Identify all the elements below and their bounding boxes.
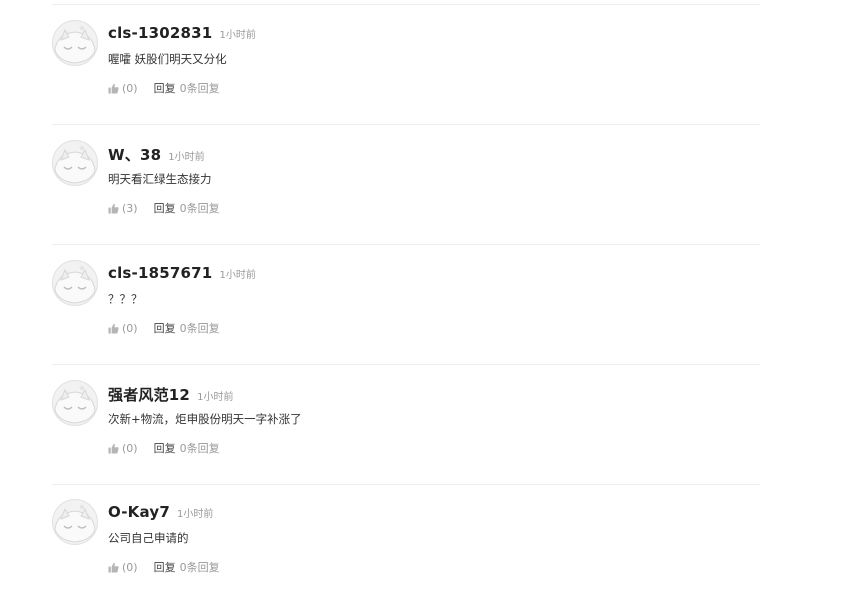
username[interactable]: W、38	[108, 144, 161, 165]
like-count: (0)	[122, 81, 138, 95]
comment-text: 公司自己申请的	[108, 531, 189, 545]
comment-text: 明天看汇绿生态接力	[108, 172, 212, 186]
like-count: (0)	[122, 441, 138, 455]
comment-actions: (0) 回复 0条回复	[108, 559, 220, 575]
comment-item: W、38 1小时前 明天看汇绿生态接力 (3) 回复 0条回复	[52, 125, 760, 245]
comment-actions: (0) 回复 0条回复	[108, 440, 220, 456]
avatar[interactable]	[52, 380, 98, 426]
reply-button[interactable]: 回复	[154, 559, 176, 575]
timestamp: 1小时前	[176, 509, 214, 520]
like-count: (0)	[122, 321, 138, 335]
comment-item: cls-1302831 1小时前 喔嚯 妖股们明天又分化 (0) 回复 0条回复	[52, 5, 760, 125]
thumbs-up-icon	[108, 443, 119, 454]
comment-item: 强者风范12 1小时前 次新+物流，炬申股份明天一字补涨了 (0) 回复 0条回…	[52, 365, 760, 485]
default-avatar-icon	[52, 260, 98, 306]
reply-button[interactable]: 回复	[154, 200, 176, 216]
timestamp: 1小时前	[219, 270, 256, 281]
comment-text: 喔嚯 妖股们明天又分化	[108, 52, 227, 66]
avatar[interactable]	[52, 260, 98, 306]
like-button[interactable]: (0)	[108, 442, 138, 455]
comment-text: ？？？	[108, 292, 143, 306]
avatar[interactable]	[52, 20, 98, 66]
reply-count-link[interactable]: 0条回复	[180, 559, 220, 575]
reply-button[interactable]: 回复	[154, 80, 176, 96]
comment-item: O-Kay7 1小时前 公司自己申请的 (0) 回复 0条回复	[52, 484, 760, 604]
username[interactable]: O-Kay7	[108, 503, 170, 521]
comment-text: 次新+物流，炬申股份明天一字补涨了	[108, 412, 302, 426]
default-avatar-icon	[52, 140, 98, 186]
like-button[interactable]: (3)	[108, 202, 138, 215]
comment-feed: cls-1302831 1小时前 喔嚯 妖股们明天又分化 (0) 回复 0条回复	[0, 0, 865, 589]
avatar[interactable]	[52, 140, 98, 186]
default-avatar-icon	[52, 20, 98, 66]
reply-count-link[interactable]: 0条回复	[180, 440, 220, 456]
like-button[interactable]: (0)	[108, 322, 138, 335]
reply-button[interactable]: 回复	[154, 440, 176, 456]
like-count: (0)	[122, 560, 138, 574]
default-avatar-icon	[52, 499, 98, 545]
comment-item: cls-1857671 1小时前 ？？？ (0) 回复 0条回复	[52, 245, 760, 365]
username[interactable]: cls-1302831	[108, 24, 212, 42]
comment-actions: (0) 回复 0条回复	[108, 80, 220, 96]
comment-actions: (0) 回复 0条回复	[108, 320, 220, 336]
like-button[interactable]: (0)	[108, 561, 138, 574]
reply-count-link[interactable]: 0条回复	[180, 200, 220, 216]
avatar[interactable]	[52, 499, 98, 545]
timestamp: 1小时前	[197, 392, 234, 403]
like-button[interactable]: (0)	[108, 82, 138, 95]
like-count: (3)	[122, 201, 138, 215]
thumbs-up-icon	[108, 203, 119, 214]
username[interactable]: cls-1857671	[108, 264, 212, 282]
reply-count-link[interactable]: 0条回复	[180, 80, 220, 96]
username[interactable]: 强者风范12	[108, 384, 190, 405]
reply-count-link[interactable]: 0条回复	[180, 320, 220, 336]
timestamp: 1小时前	[168, 152, 205, 163]
default-avatar-icon	[52, 380, 98, 426]
timestamp: 1小时前	[219, 30, 256, 41]
thumbs-up-icon	[108, 562, 119, 573]
thumbs-up-icon	[108, 83, 119, 94]
comment-actions: (3) 回复 0条回复	[108, 200, 220, 216]
reply-button[interactable]: 回复	[154, 320, 176, 336]
thumbs-up-icon	[108, 323, 119, 334]
